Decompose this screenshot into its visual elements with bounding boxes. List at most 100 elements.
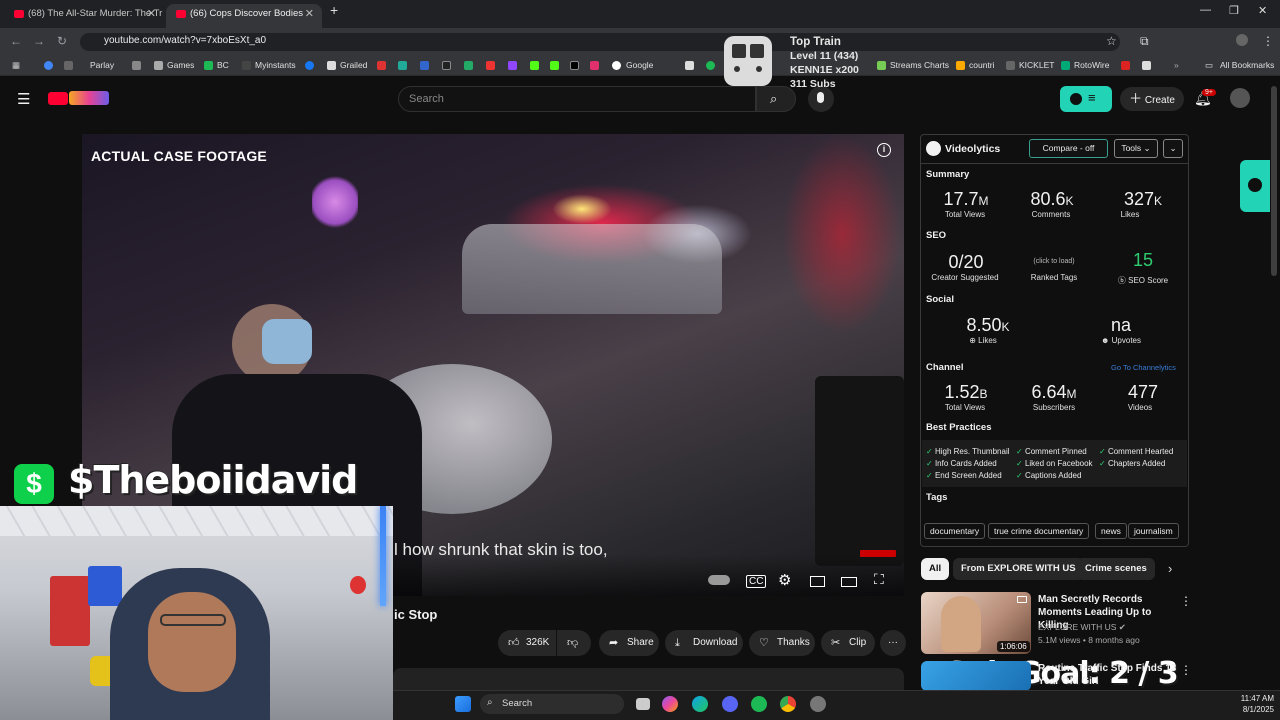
- theater-mode-icon[interactable]: [841, 577, 857, 587]
- bookmark-grailed[interactable]: Grailed: [340, 60, 367, 70]
- bookmark-kicklet[interactable]: KICKLET: [1019, 60, 1054, 70]
- tag-chip[interactable]: journalism: [1128, 523, 1179, 539]
- tools-dropdown[interactable]: Tools ⌄: [1114, 139, 1158, 158]
- share-button[interactable]: ➦ Share: [599, 630, 659, 656]
- bookmark-games[interactable]: Games: [167, 60, 194, 70]
- channelytics-link[interactable]: Go To Channelytics: [1111, 363, 1176, 372]
- bookmark-icon[interactable]: [685, 61, 694, 70]
- bookmark-icon[interactable]: [486, 61, 495, 70]
- more-actions-button[interactable]: ···: [880, 630, 906, 656]
- bookmark-parlay[interactable]: Parlay: [90, 60, 114, 70]
- app-icon[interactable]: [810, 696, 826, 712]
- more-options-icon[interactable]: ⋮: [1180, 594, 1192, 608]
- tag-chip[interactable]: documentary: [924, 523, 986, 539]
- bookmark-icon[interactable]: [64, 61, 73, 70]
- kick-icon[interactable]: [550, 61, 559, 70]
- windows-start-icon[interactable]: [455, 696, 471, 712]
- youtube-doodle-logo[interactable]: [69, 91, 109, 105]
- extensions-icon[interactable]: ⧉: [1140, 34, 1149, 49]
- spotify-icon[interactable]: [706, 61, 715, 70]
- apps-grid-icon[interactable]: ▦: [12, 60, 20, 71]
- account-avatar[interactable]: [1230, 88, 1250, 108]
- kick-icon[interactable]: [530, 61, 539, 70]
- bookmark-icon[interactable]: [464, 61, 473, 70]
- bookmark-icon[interactable]: [154, 61, 163, 70]
- bookmark-countri[interactable]: countri: [969, 60, 995, 70]
- bookmark-icon[interactable]: [327, 61, 336, 70]
- discord-icon[interactable]: [722, 696, 738, 712]
- minimize-icon[interactable]: —: [1200, 4, 1211, 16]
- bookmark-icon[interactable]: [1142, 61, 1151, 70]
- description-box[interactable]: [393, 668, 904, 692]
- videolytics-toggle-button[interactable]: ≡: [1060, 86, 1112, 112]
- x-twitter-icon[interactable]: [570, 61, 579, 70]
- menu-kebab-icon[interactable]: ⋮: [1262, 34, 1274, 48]
- google-icon[interactable]: [612, 61, 621, 70]
- like-button[interactable]: 👍︎ 326K: [498, 630, 556, 656]
- captions-icon[interactable]: CC: [746, 575, 767, 588]
- address-bar[interactable]: youtube.com/watch?v=7xboEsXt_a0: [80, 33, 1120, 51]
- search-input[interactable]: Search: [398, 86, 756, 112]
- autoplay-toggle[interactable]: [708, 575, 730, 585]
- compare-button[interactable]: Compare - off: [1029, 139, 1108, 158]
- taskbar-search[interactable]: ⌕ Search: [480, 694, 624, 714]
- close-tab-icon[interactable]: ✕: [305, 4, 314, 24]
- clip-button[interactable]: ✂ Clip: [821, 630, 875, 656]
- download-button[interactable]: ⤓ Download: [665, 630, 743, 656]
- bookmark-icon[interactable]: [420, 61, 429, 70]
- tag-chip[interactable]: true crime documentary: [988, 523, 1090, 539]
- copilot-icon[interactable]: [662, 696, 678, 712]
- create-button[interactable]: ＋ Create: [1120, 87, 1184, 111]
- browser-tab-1[interactable]: (68) The All-Star Murder: The Tr ✕: [4, 4, 164, 28]
- browser-tab-2-active[interactable]: (66) Cops Discover Bodies ✕: [166, 4, 322, 28]
- settings-gear-icon[interactable]: ⚙: [778, 571, 791, 589]
- info-icon[interactable]: i: [877, 143, 891, 157]
- bookmark-icon[interactable]: [1061, 61, 1070, 70]
- twitch-icon[interactable]: [508, 61, 517, 70]
- chip-all[interactable]: All: [921, 558, 950, 580]
- bookmark-all[interactable]: All Bookmarks: [1220, 60, 1274, 70]
- chip-crime-scenes[interactable]: Crime scenes: [1077, 558, 1155, 580]
- reload-icon[interactable]: ↻: [57, 34, 67, 48]
- bookmark-icon[interactable]: [377, 61, 386, 70]
- bookmark-rotowire[interactable]: RotoWire: [1074, 60, 1109, 70]
- bookmark-icon[interactable]: [204, 61, 213, 70]
- profile-avatar[interactable]: [1236, 34, 1248, 46]
- bookmark-icon[interactable]: [1006, 61, 1015, 70]
- chip-from-channel[interactable]: From EXPLORE WITH US: [953, 558, 1084, 580]
- bookmark-google[interactable]: Google: [626, 60, 653, 70]
- fullscreen-icon[interactable]: ⛶: [874, 571, 884, 588]
- forward-icon[interactable]: →: [33, 34, 45, 48]
- close-tab-icon[interactable]: ✕: [147, 4, 156, 24]
- bookmark-icon[interactable]: [1121, 61, 1130, 70]
- hamburger-menu-icon[interactable]: ☰: [17, 90, 30, 108]
- bookmark-icon[interactable]: [956, 61, 965, 70]
- facebook-icon[interactable]: [305, 61, 314, 70]
- maximize-icon[interactable]: ❐: [1229, 4, 1239, 17]
- instagram-icon[interactable]: [590, 61, 599, 70]
- bookmark-star-icon[interactable]: ☆: [1106, 34, 1117, 48]
- bookmark-bc[interactable]: BC: [217, 60, 229, 70]
- bookmark-streams-charts[interactable]: Streams Charts: [890, 60, 949, 70]
- thanks-button[interactable]: ♡ Thanks: [749, 630, 815, 656]
- videolytics-side-widget[interactable]: [1240, 160, 1270, 212]
- recommended-thumbnail[interactable]: [921, 661, 1031, 691]
- bookmark-icon[interactable]: [44, 61, 53, 70]
- ranked-tags-load[interactable]: (click to load): [1009, 258, 1099, 265]
- bookmark-icon[interactable]: [132, 61, 141, 70]
- collapse-chevron-icon[interactable]: ⌄: [1163, 139, 1183, 158]
- add-to-queue-icon[interactable]: [1017, 596, 1027, 603]
- new-tab-icon[interactable]: +: [330, 2, 338, 18]
- page-scrollbar[interactable]: [1271, 86, 1277, 276]
- tag-chip[interactable]: news: [1095, 523, 1127, 539]
- chips-next-chevron-icon[interactable]: ›: [1168, 561, 1172, 576]
- edge-browser-icon[interactable]: [692, 696, 708, 712]
- bookmark-icon[interactable]: [242, 61, 251, 70]
- miniplayer-icon[interactable]: [810, 576, 825, 587]
- more-bookmarks-icon[interactable]: »: [1174, 60, 1179, 70]
- bookmark-icon[interactable]: [877, 61, 886, 70]
- bookmark-icon[interactable]: [398, 61, 407, 70]
- bookmark-icon[interactable]: [442, 61, 451, 70]
- back-icon[interactable]: ←: [10, 34, 22, 48]
- spotify-icon[interactable]: [751, 696, 767, 712]
